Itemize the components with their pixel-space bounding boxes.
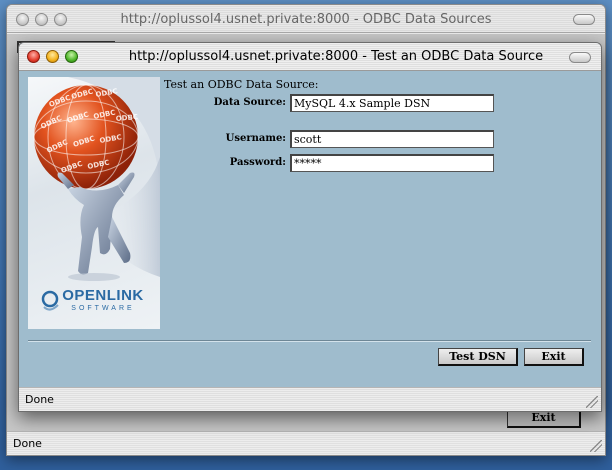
test-odbc-data-source-window: http://oplussol4.usnet.private:8000 - Te… <box>18 42 602 412</box>
form-divider <box>28 340 591 342</box>
brand-name: OPENLINK <box>62 287 144 304</box>
close-window-icon[interactable] <box>27 50 40 63</box>
front-window-title: http://oplussol4.usnet.private:8000 - Te… <box>128 49 544 64</box>
openlink-brand: OPENLINK SOFTWARE <box>28 287 160 312</box>
toolbar-toggle-icon[interactable] <box>569 52 591 63</box>
back-status-text: Done <box>13 437 42 450</box>
username-label: Username: <box>225 133 286 144</box>
front-window-titlebar[interactable]: http://oplussol4.usnet.private:8000 - Te… <box>19 43 601 71</box>
brand-tagline: SOFTWARE <box>71 305 135 312</box>
exit-button[interactable]: Exit <box>524 348 584 366</box>
front-status-text: Done <box>25 393 54 406</box>
front-window-controls <box>27 50 78 63</box>
password-label: Password: <box>229 157 286 168</box>
minimize-window-icon[interactable] <box>46 50 59 63</box>
password-input[interactable] <box>290 154 494 172</box>
dialog-content: ODBC ODBC ODBC ODBC ODBC ODBC ODBC ODBC … <box>19 72 601 387</box>
toolbar-toggle-icon[interactable] <box>573 14 595 25</box>
test-dsn-button[interactable]: Test DSN <box>438 348 518 366</box>
back-window-titlebar[interactable]: http://oplussol4.usnet.private:8000 - OD… <box>7 5 605 33</box>
zoom-window-icon[interactable] <box>65 50 78 63</box>
front-status-bar: Done <box>19 387 601 411</box>
back-status-bar: Done <box>7 431 605 455</box>
data-source-input[interactable] <box>290 94 494 112</box>
openlink-logo-panel: ODBC ODBC ODBC ODBC ODBC ODBC ODBC ODBC … <box>28 77 160 329</box>
resize-grip-icon[interactable] <box>590 440 602 452</box>
data-source-label: Data Source: <box>213 97 286 108</box>
form-heading: Test an ODBC Data Source: <box>164 78 319 91</box>
back-window-title: http://oplussol4.usnet.private:8000 - OD… <box>120 12 492 27</box>
username-input[interactable] <box>290 130 494 148</box>
resize-grip-icon[interactable] <box>586 396 598 408</box>
